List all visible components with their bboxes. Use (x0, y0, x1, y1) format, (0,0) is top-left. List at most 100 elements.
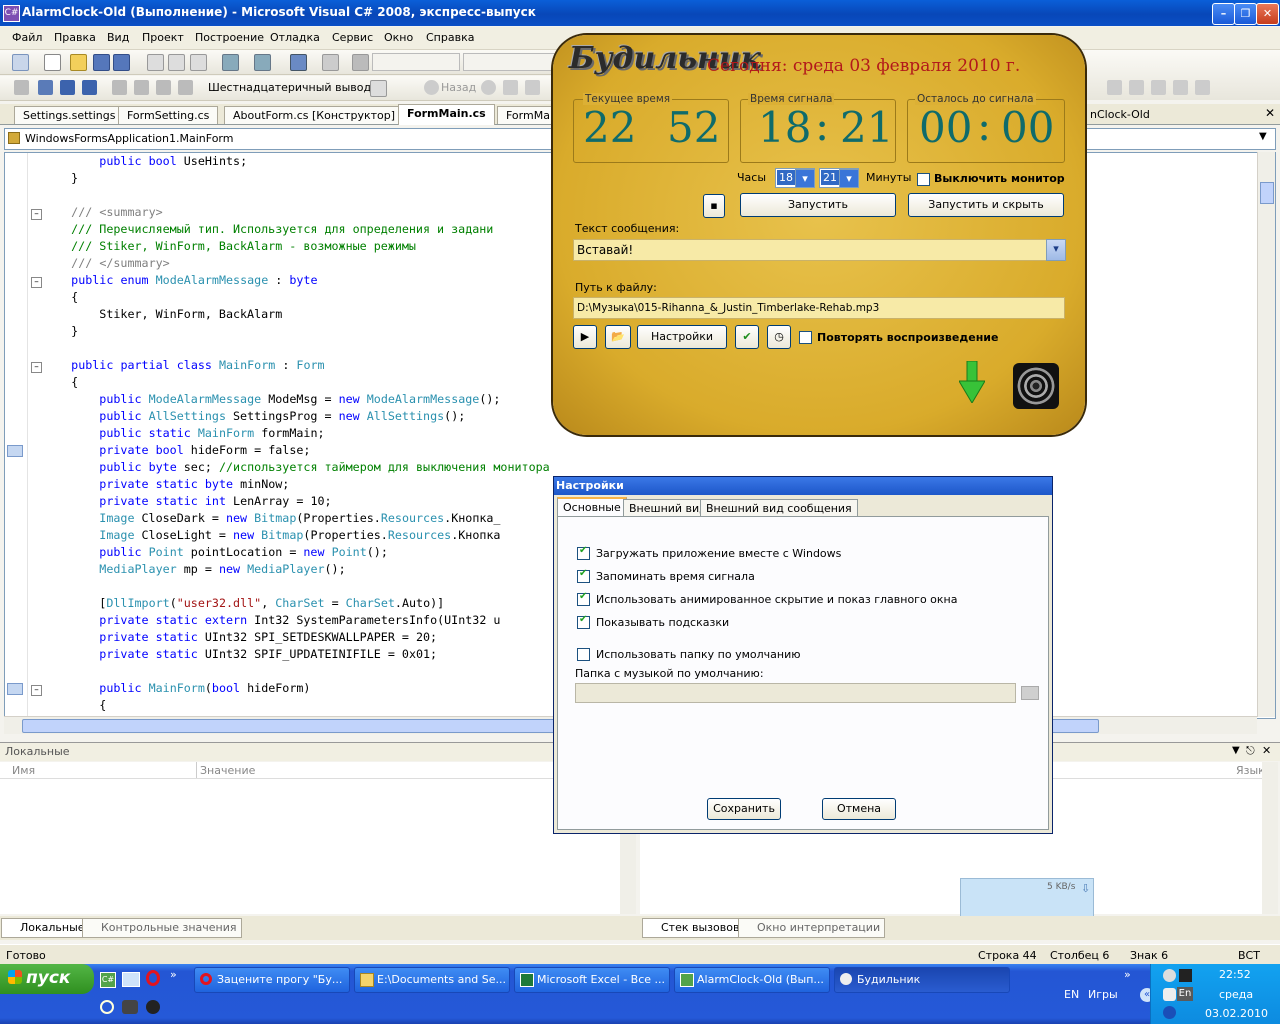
tray-shield-icon[interactable] (1163, 1006, 1176, 1019)
tab-callstack[interactable]: Стек вызовов (642, 918, 745, 938)
stop-icon[interactable] (503, 80, 518, 95)
pin-dropdown-icon[interactable]: ▼ (1232, 745, 1240, 756)
restart-icon[interactable] (82, 80, 97, 95)
taskbar-visual-studio[interactable]: AlarmClock-Old (Вып... (674, 967, 830, 993)
toolbar-tool-icon-3[interactable] (1151, 80, 1166, 95)
callstack-scrollbar[interactable] (1262, 762, 1278, 914)
code-line[interactable]: /// Перечисляемый тип. Используется для … (43, 221, 493, 238)
tab-alarmclock-old[interactable]: nClock-Old (1082, 106, 1158, 123)
monitor-off-checkbox[interactable] (917, 173, 930, 186)
code-line[interactable]: public static MainForm formMain; (43, 425, 324, 442)
steam-quicklaunch-icon[interactable] (146, 1000, 160, 1014)
refresh-icon[interactable] (525, 80, 540, 95)
find-icon[interactable] (322, 54, 339, 71)
clock-icon[interactable]: ◷ (767, 325, 791, 349)
show-next-statement-icon[interactable] (112, 80, 127, 95)
new-project-icon[interactable] (12, 54, 29, 71)
vs-quicklaunch-icon[interactable]: C# (100, 972, 116, 988)
default-folder-checkbox[interactable] (577, 648, 590, 661)
tray-alarm-icon[interactable] (1163, 969, 1176, 982)
code-line[interactable]: public byte sec; //используется таймером… (43, 459, 549, 476)
step-into-icon[interactable] (134, 80, 149, 95)
toolbar-tool-icon-5[interactable] (1195, 80, 1210, 95)
platform-select[interactable] (463, 53, 555, 71)
clock-time[interactable]: 22:52 (1219, 968, 1251, 981)
tab-aboutform[interactable]: AboutForm.cs [Конструктор] (224, 106, 405, 124)
minimize-arrow-icon[interactable] (958, 360, 986, 404)
maximize-button[interactable]: ❐ (1234, 3, 1257, 25)
media-quicklaunch-icon[interactable] (122, 1000, 138, 1014)
tab-formsetting[interactable]: FormSetting.cs (118, 106, 219, 124)
code-line[interactable]: public Point pointLocation = new Point()… (43, 544, 388, 561)
repeat-checkbox[interactable] (799, 331, 812, 344)
minutes-select[interactable]: 21 ▾ (819, 168, 859, 188)
code-line[interactable]: private static UInt32 SPIF_UPDATEINIFILE… (43, 646, 437, 663)
code-line[interactable]: } (43, 170, 78, 187)
settings-button[interactable]: Настройки (637, 325, 727, 349)
code-line[interactable]: } (43, 323, 78, 340)
show-desktop-icon[interactable] (122, 972, 140, 987)
hints-checkbox[interactable] (577, 614, 590, 629)
navigate-icon[interactable] (290, 54, 307, 71)
tray-network-icon[interactable] (1163, 988, 1176, 1001)
toolbar-tool-icon-4[interactable] (1173, 80, 1188, 95)
hours-select[interactable]: 18 ▾ (775, 168, 815, 188)
browse-folder-icon[interactable]: 📂 (605, 325, 631, 349)
chevron-down-icon[interactable]: ▼ (1259, 131, 1267, 142)
hex-output-toggle[interactable]: Шестнадцатеричный вывод (208, 81, 371, 94)
taskbar-excel[interactable]: Microsoft Excel - Все ... (514, 967, 670, 993)
code-line[interactable]: MediaPlayer mp = new MediaPlayer(); (43, 561, 345, 578)
editor-vertical-scrollbar[interactable] (1257, 152, 1275, 717)
column-language[interactable]: Язык (1236, 764, 1265, 777)
code-line[interactable]: private bool hideForm = false; (43, 442, 310, 459)
file-path-input[interactable]: D:\Музыка\015-Rihanna_&_Justin_Timberlak… (573, 297, 1065, 319)
start-button[interactable]: пуск (0, 964, 94, 994)
close-button[interactable]: ✕ (1256, 3, 1279, 25)
close-panel-icon[interactable]: ✕ (1262, 744, 1271, 757)
chevron-down-icon[interactable]: ▾ (795, 169, 815, 188)
taskbar-overflow-icon[interactable]: » (1124, 968, 1131, 981)
code-line[interactable]: /// </summary> (43, 255, 170, 272)
menu-file[interactable]: Файл (12, 31, 42, 44)
menu-project[interactable]: Проект (142, 31, 184, 44)
toolbar-tool-icon-1[interactable] (1107, 80, 1122, 95)
tab-immediate[interactable]: Окно интерпретации (738, 918, 886, 938)
play-icon[interactable]: ▶ (573, 325, 597, 349)
collapse-icon[interactable]: – (31, 685, 42, 696)
step-out-icon[interactable] (178, 80, 193, 95)
tab-settings-settings[interactable]: Settings.settings (14, 106, 125, 124)
code-line[interactable]: private static byte minNow; (43, 476, 289, 493)
opera-quicklaunch-icon[interactable] (146, 970, 160, 986)
column-value[interactable]: Значение (200, 764, 255, 777)
save-all-icon[interactable] (113, 54, 130, 71)
tab-formmain-cs[interactable]: FormMain.cs (398, 104, 495, 125)
menu-tools[interactable]: Сервис (332, 31, 373, 44)
locals-list[interactable] (0, 779, 636, 914)
message-input[interactable]: Вставай! (573, 239, 1050, 261)
code-line[interactable]: /// <summary> (43, 204, 163, 221)
collapse-icon[interactable]: – (31, 209, 42, 220)
code-line[interactable]: Image CloseDark = new Bitmap(Properties.… (43, 510, 500, 527)
menu-view[interactable]: Вид (107, 31, 129, 44)
redo-icon[interactable] (254, 54, 271, 71)
tray-app-icon[interactable] (1179, 969, 1192, 982)
new-file-icon[interactable] (44, 54, 61, 71)
back-arrow-icon[interactable] (424, 80, 439, 95)
code-line[interactable]: Image CloseLight = new Bitmap(Properties… (43, 527, 500, 544)
breakpoints-icon[interactable] (370, 80, 387, 97)
open-icon[interactable] (70, 54, 87, 71)
taskbar-alarm-clock[interactable]: Будильник (834, 967, 1010, 993)
cut-icon[interactable] (147, 54, 164, 71)
break-all-icon[interactable] (38, 80, 53, 95)
collapse-icon[interactable]: – (31, 362, 42, 373)
music-folder-input[interactable] (575, 683, 1016, 703)
paste-icon[interactable] (190, 54, 207, 71)
taskbar-opera[interactable]: Зацените прогу "Бу... (194, 967, 350, 993)
tray-input-lang[interactable]: En (1177, 987, 1193, 1001)
code-line[interactable]: public bool UseHints; (43, 153, 247, 170)
toolbar-tool-icon-2[interactable] (1129, 80, 1144, 95)
code-line[interactable]: public partial class MainForm : Form (43, 357, 324, 374)
save-button[interactable]: Сохранить (707, 798, 781, 820)
collapse-icon[interactable]: – (31, 277, 42, 288)
animation-checkbox[interactable] (577, 591, 590, 606)
